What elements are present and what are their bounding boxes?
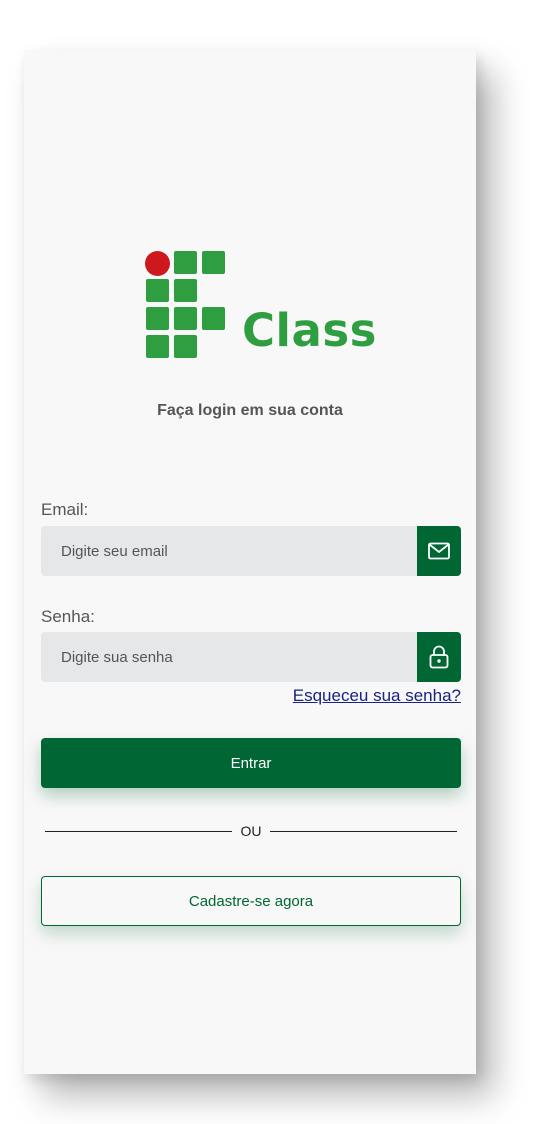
login-button[interactable]: Entrar [41,738,461,788]
forgot-password-link[interactable]: Esqueceu sua senha? [293,686,461,706]
or-divider: OU [45,822,457,842]
page-subtitle: Faça login em sua conta [157,402,343,419]
password-input[interactable] [41,632,417,682]
mail-icon [428,542,450,560]
signup-button[interactable]: Cadastre-se agora [41,876,461,926]
password-label: Senha: [41,607,95,626]
email-input[interactable] [41,526,417,576]
ifpe-logo-mark-icon [145,251,225,358]
lock-icon [429,645,449,669]
email-icon-box [417,526,461,576]
email-label: Email: [41,500,89,519]
password-field-group [41,632,461,682]
login-screen: Class Faça login em sua conta Email: Sen… [24,50,476,1074]
email-field-group [41,526,461,576]
password-icon-box [417,632,461,682]
brand-name: Class [242,304,377,357]
divider-line-right [270,831,457,832]
brand-logo: Class [144,250,384,362]
